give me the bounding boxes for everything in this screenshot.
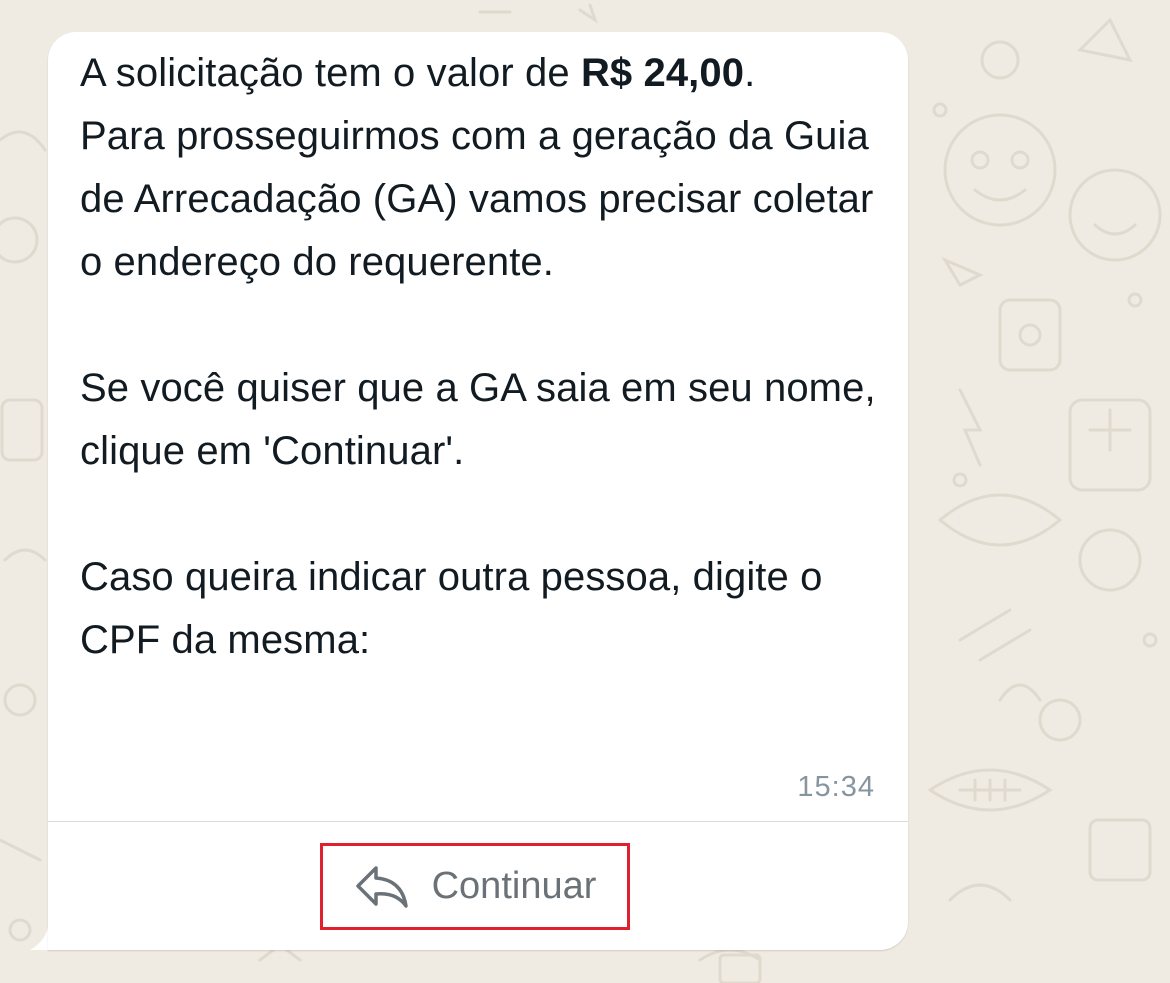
amount-value: R$ 24,00 (580, 51, 745, 95)
message-bubble: A solicitação tem o valor de R$ 24,00. P… (48, 32, 908, 950)
continuar-reply-button[interactable]: Continuar (320, 843, 630, 930)
continuar-label: Continuar (431, 865, 597, 907)
message-suffix: . (744, 51, 756, 95)
message-paragraph-2: Se você quiser que a GA saia em seu nome… (80, 366, 876, 473)
message-paragraph-3: Caso queira indicar outra pessoa, digite… (80, 555, 823, 662)
reply-arrow-icon (355, 865, 408, 908)
message-text: A solicitação tem o valor de R$ 24,00. P… (80, 42, 885, 672)
message-prefix: A solicitação tem o valor de (80, 51, 581, 95)
message-paragraph-1: Para prosseguirmos com a geração da Guia… (80, 114, 874, 284)
button-divider (48, 821, 908, 822)
message-line-value: A solicitação tem o valor de R$ 24,00. (80, 42, 885, 105)
message-timestamp: 15:34 (797, 771, 875, 803)
